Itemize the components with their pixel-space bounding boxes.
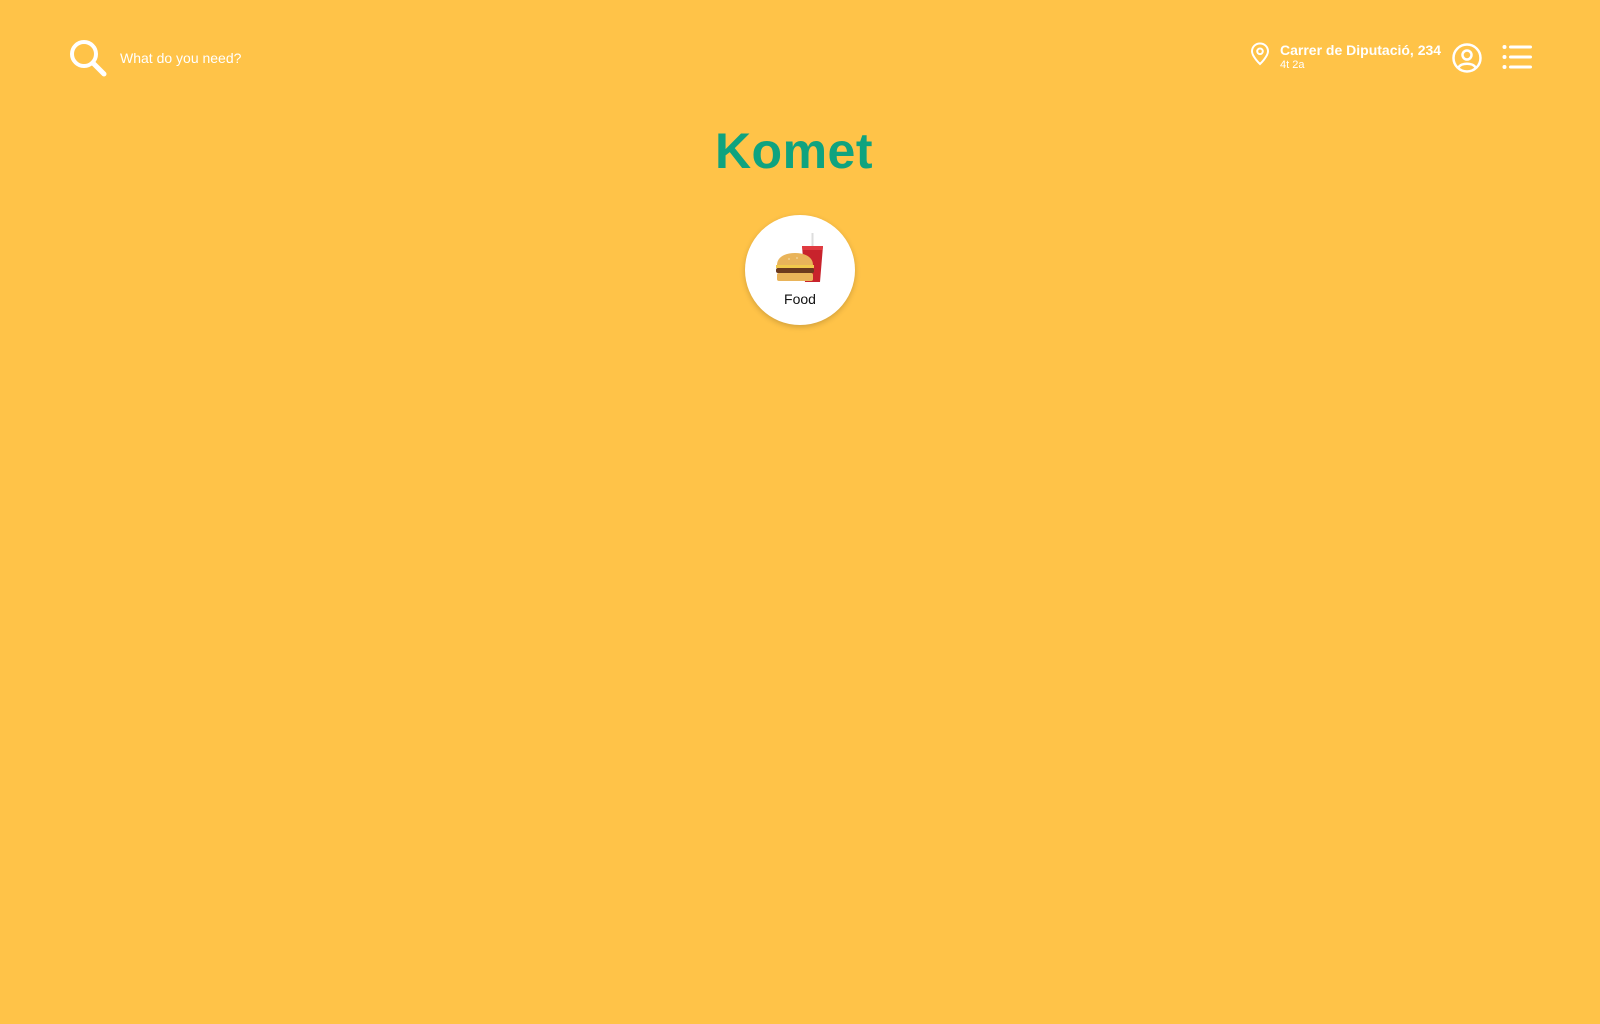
top-bar: Carrer de Diputació, 234 4t 2a <box>0 0 1600 116</box>
menu-list-icon[interactable] <box>1502 44 1532 70</box>
burger-and-drink-icon <box>776 233 823 282</box>
location-pin-icon <box>1250 42 1270 66</box>
account-icon[interactable] <box>1451 42 1483 74</box>
search-icon[interactable] <box>68 38 108 78</box>
search-input[interactable] <box>120 44 540 72</box>
category-label: Food <box>784 291 816 307</box>
category-food[interactable]: Food <box>745 215 855 325</box>
brand-logo: Komet <box>714 123 874 179</box>
address-detail: 4t 2a <box>1280 59 1305 71</box>
address-street: Carrer de Diputació, 234 <box>1280 42 1442 58</box>
